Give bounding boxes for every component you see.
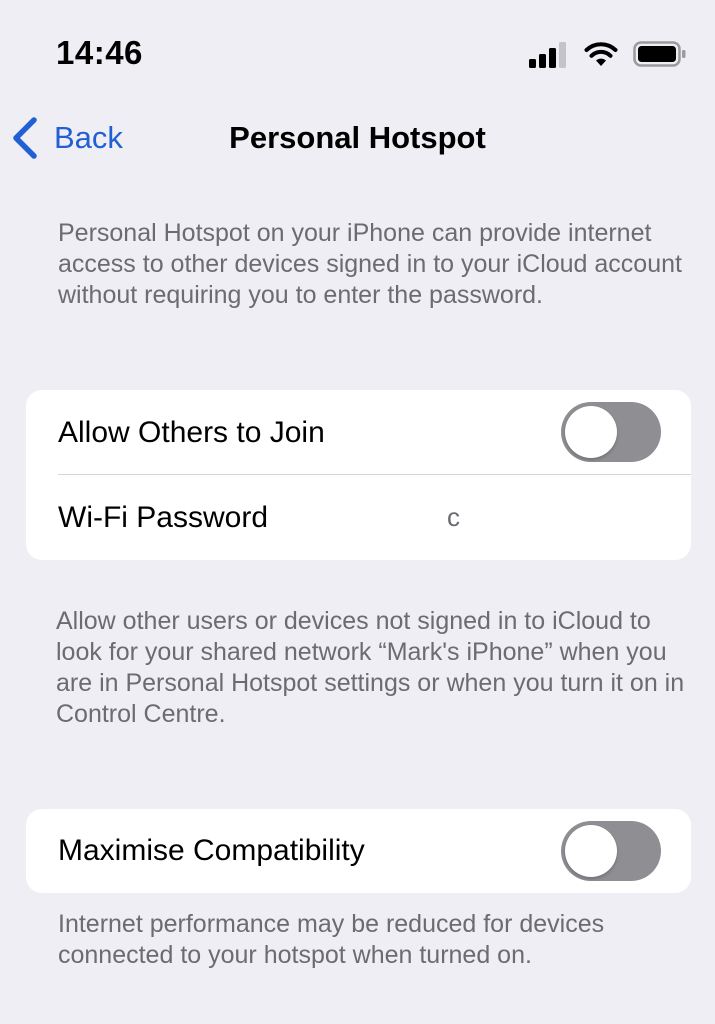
back-label: Back [54, 120, 123, 155]
allow-others-toggle[interactable] [561, 402, 661, 462]
back-button[interactable]: Back [10, 116, 123, 160]
status-bar: 14:46 [0, 0, 715, 100]
intro-note: Personal Hotspot on your iPhone can prov… [58, 219, 682, 309]
maximise-compatibility-label: Maximise Compatibility [58, 834, 365, 867]
wifi-icon [584, 42, 618, 66]
navigation-bar: Personal Hotspot Back [0, 100, 715, 180]
network-note: Allow other users or devices not signed … [56, 607, 685, 728]
maximise-compatibility-toggle[interactable] [561, 821, 661, 881]
signal-icon [529, 42, 566, 68]
allow-others-label: Allow Others to Join [58, 415, 325, 449]
wifi-password-label: Wi-Fi Password [58, 500, 269, 534]
status-time: 14:46 [56, 34, 143, 71]
status-icons [529, 40, 687, 68]
toggle-knob [565, 825, 617, 877]
battery-icon [633, 41, 686, 67]
compatibility-note: Internet performance may be reduced for … [58, 910, 605, 969]
maximise-compatibility-row: Maximise Compatibility [26, 809, 691, 893]
allow-others-row: Allow Others to Join [26, 390, 691, 475]
chevron-left-icon [13, 117, 37, 159]
compatibility-settings-group: Maximise Compatibility [26, 809, 691, 893]
wifi-password-row[interactable]: Wi-Fi Password c [26, 475, 691, 560]
wifi-password-value: c [447, 502, 460, 532]
toggle-knob [565, 406, 617, 458]
network-settings-group: Allow Others to Join Wi-Fi Password c [26, 390, 691, 560]
